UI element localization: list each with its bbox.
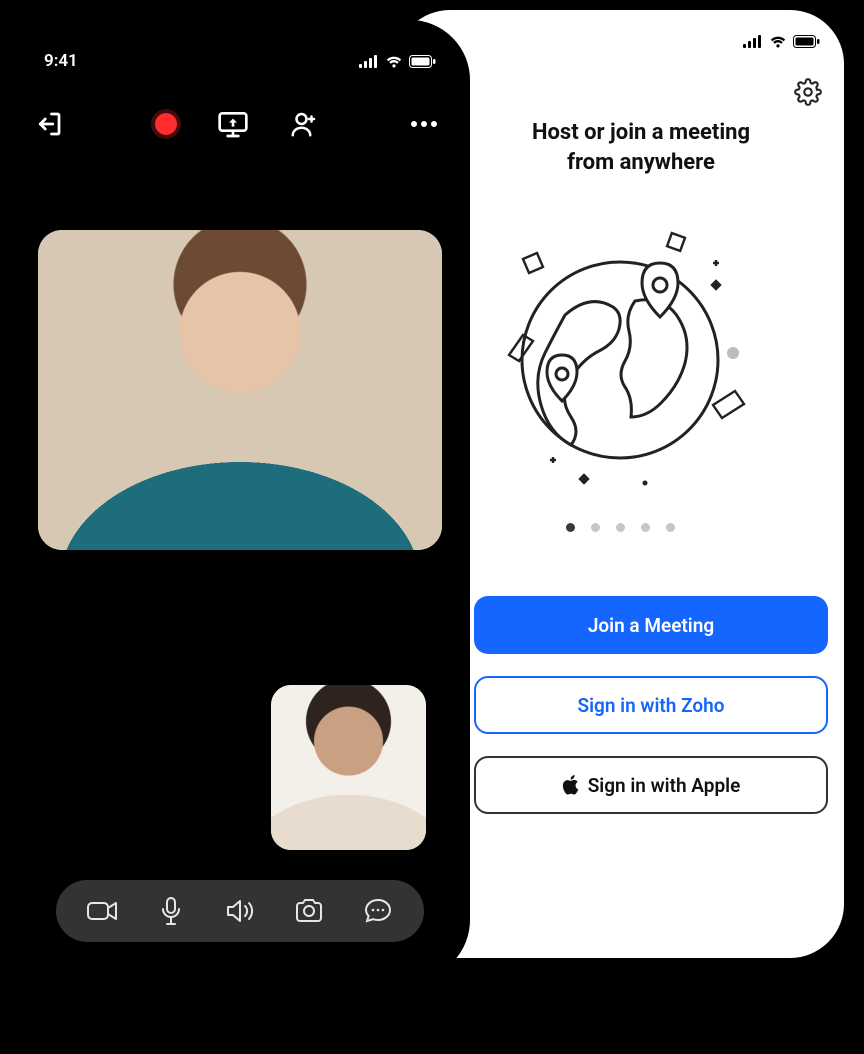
join-meeting-button[interactable]: Join a Meeting <box>474 596 828 654</box>
toggle-speaker-button[interactable] <box>220 891 260 931</box>
status-indicators <box>743 35 820 48</box>
speaker-icon <box>225 898 255 924</box>
main-participant-video[interactable] <box>38 230 442 550</box>
apple-icon <box>562 775 580 795</box>
onboarding-illustration-globe <box>465 205 775 505</box>
exit-button[interactable] <box>34 109 64 139</box>
sign-in-apple-button[interactable]: Sign in with Apple <box>474 756 828 814</box>
gear-icon <box>794 78 822 106</box>
wifi-icon <box>769 35 787 48</box>
battery-icon <box>409 55 436 68</box>
phone-frame-call: 9:41 <box>10 20 470 980</box>
sign-in-zoho-button[interactable]: Sign in with Zoho <box>474 676 828 734</box>
record-button[interactable] <box>155 113 177 135</box>
switch-camera-button[interactable] <box>289 891 329 931</box>
cell-signal-icon <box>359 55 379 68</box>
participant-avatar-self <box>271 685 426 850</box>
self-view-pip[interactable] <box>271 685 426 850</box>
call-toolbar <box>20 80 460 150</box>
switch-camera-icon <box>294 898 324 924</box>
more-button[interactable] <box>410 120 438 128</box>
status-bar: 9:41 <box>20 30 460 80</box>
chat-button[interactable] <box>358 891 398 931</box>
sign-in-apple-label: Sign in with Apple <box>588 774 741 797</box>
wifi-icon <box>385 55 403 68</box>
pager-dot-3[interactable] <box>616 523 625 532</box>
chat-icon <box>363 897 393 925</box>
mic-icon <box>160 896 182 926</box>
join-meeting-label: Join a Meeting <box>588 614 714 637</box>
add-participant-button[interactable] <box>289 109 319 139</box>
pager-dot-4[interactable] <box>641 523 650 532</box>
share-screen-button[interactable] <box>217 109 249 139</box>
add-participant-icon <box>289 109 319 139</box>
headline-line2: from anywhere <box>486 148 796 178</box>
pager-dot-5[interactable] <box>666 523 675 532</box>
exit-icon <box>34 109 64 139</box>
cell-signal-icon <box>743 35 763 48</box>
share-screen-icon <box>217 109 249 139</box>
record-icon <box>155 113 177 135</box>
sign-in-zoho-label: Sign in with Zoho <box>577 694 724 717</box>
pager-dot-2[interactable] <box>591 523 600 532</box>
toggle-mic-button[interactable] <box>151 891 191 931</box>
camera-icon <box>86 900 118 922</box>
settings-button[interactable] <box>794 78 822 106</box>
participant-avatar-main <box>38 230 442 550</box>
headline-line1: Host or join a meeting <box>486 118 796 148</box>
status-time: 9:41 <box>44 51 78 71</box>
toggle-camera-button[interactable] <box>82 891 122 931</box>
battery-icon <box>793 35 820 48</box>
status-indicators <box>359 55 436 68</box>
more-icon <box>410 120 438 128</box>
call-control-bar <box>56 880 424 942</box>
pager-dot-1[interactable] <box>566 523 575 532</box>
